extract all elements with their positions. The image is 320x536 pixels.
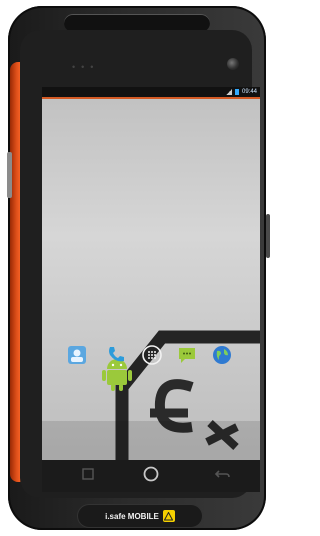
brand-name: i.safe MOBILE xyxy=(105,511,159,521)
brand-plate: i.safe MOBILE xyxy=(78,505,202,527)
contacts-icon[interactable] xyxy=(65,343,89,367)
phone-icon[interactable] xyxy=(104,343,128,367)
home-key-icon[interactable] xyxy=(141,464,161,484)
browser-icon[interactable] xyxy=(210,343,234,367)
app-dock xyxy=(42,421,260,460)
ex-certification-icon xyxy=(162,510,175,522)
apps-drawer-icon[interactable] xyxy=(140,343,164,367)
home-screen: 09:44 xyxy=(42,87,260,460)
side-key-left[interactable] xyxy=(7,152,12,198)
ex-hexagon-wallpaper xyxy=(115,330,260,460)
back-key-icon[interactable] xyxy=(212,464,232,484)
side-key-right[interactable] xyxy=(266,214,270,258)
messaging-icon[interactable] xyxy=(175,343,199,367)
sensor-dots: ••• xyxy=(72,62,100,72)
front-camera-icon xyxy=(227,58,239,70)
menu-key-icon[interactable] xyxy=(78,464,98,484)
